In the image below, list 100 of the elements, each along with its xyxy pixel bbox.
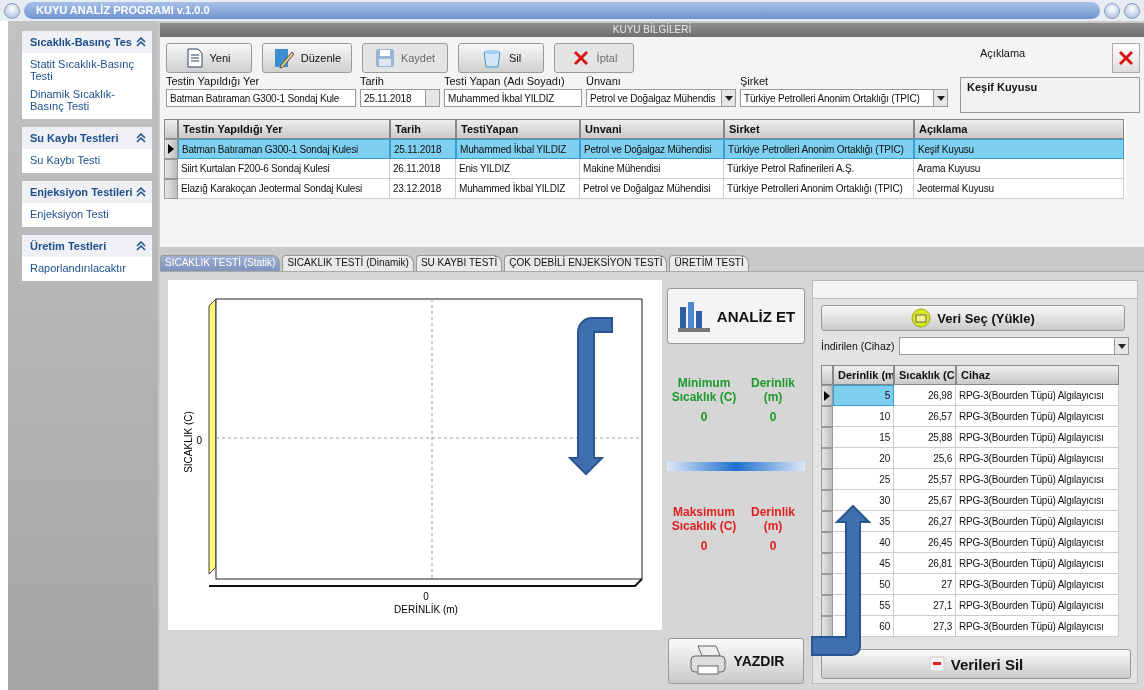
column-header[interactable]: Testin Yapıldığı Yer bbox=[178, 119, 390, 139]
stat-label: Maksimum Sıcaklık (C) bbox=[670, 505, 738, 533]
minus-icon bbox=[928, 656, 945, 672]
sidebar-group-header[interactable]: Enjeksiyon Testileri bbox=[22, 181, 152, 203]
table-cell: Türkiye Petrol Rafinerileri A.Ş. bbox=[724, 159, 914, 179]
stat-label: Derinlik (m) bbox=[750, 505, 796, 533]
table-cell: 20 bbox=[833, 448, 894, 469]
table-cell: Batman Batıraman G300-1 Sondaj Kulesi bbox=[178, 139, 390, 159]
tab[interactable]: SU KAYBI TESTİ bbox=[415, 255, 503, 271]
collapse-chevron-icon[interactable] bbox=[134, 35, 148, 49]
combo-box[interactable]: Türkiye Petrolleri Anonim Ortaklığı (TPIC) bbox=[740, 89, 948, 107]
row-indicator[interactable] bbox=[821, 616, 833, 637]
column-header[interactable]: Sirket bbox=[724, 119, 914, 139]
collapse-chevron-icon[interactable] bbox=[134, 185, 148, 199]
table-cell: Türkiye Petrolleri Anonim Ortaklığı (TPIC) bbox=[724, 139, 914, 159]
table-cell: RPG-3(Bourden Tüpü) Algılayıcısı bbox=[956, 553, 1119, 574]
table-cell: RPG-3(Bourden Tüpü) Algılayıcısı bbox=[956, 448, 1119, 469]
column-header[interactable]: Açıklama bbox=[914, 119, 1124, 139]
stat-label: Derinlik (m) bbox=[750, 376, 796, 404]
document-icon bbox=[187, 48, 204, 68]
table-cell: 10 bbox=[833, 406, 894, 427]
tab[interactable]: ÇOK DEBİLİ ENJEKSİYON TESTİ bbox=[504, 255, 668, 271]
field-label: Şirket bbox=[740, 75, 770, 89]
group-title: Enjeksiyon Testileri bbox=[30, 186, 133, 198]
field-label: Tarih bbox=[360, 75, 385, 89]
load-data-button[interactable]: Veri Seç (Yükle) bbox=[821, 305, 1125, 331]
notebook-pencil-icon bbox=[272, 47, 295, 69]
table-cell: 26,81 bbox=[894, 553, 956, 574]
date-field[interactable]: 25.11.2018 bbox=[360, 89, 440, 107]
column-header[interactable]: Cihaz bbox=[956, 365, 1119, 385]
table-cell: 25,67 bbox=[894, 490, 956, 511]
close-button[interactable] bbox=[1124, 2, 1140, 19]
row-indicator[interactable] bbox=[821, 385, 833, 406]
column-header[interactable]: Unvani bbox=[580, 119, 724, 139]
y-axis-title: SICAKLIK (C) bbox=[183, 411, 194, 473]
tab[interactable]: SICAKLIK TESTİ (Dinamik) bbox=[282, 255, 414, 271]
group-title: Üretim Testleri bbox=[30, 240, 107, 252]
table-cell: RPG-3(Bourden Tüpü) Algılayıcısı bbox=[956, 595, 1119, 616]
table-cell: RPG-3(Bourden Tüpü) Algılayıcısı bbox=[956, 490, 1119, 511]
table-cell: 25,88 bbox=[894, 427, 956, 448]
stat-value: 0 bbox=[768, 539, 778, 553]
delete-button[interactable]: Sil bbox=[458, 43, 544, 73]
table-cell: Arama Kuyusu bbox=[914, 159, 1124, 179]
header-corner bbox=[164, 119, 178, 139]
input-field[interactable]: Muhammed İkbal YILDIZ bbox=[444, 89, 582, 107]
table-cell: 25.11.2018 bbox=[390, 139, 456, 159]
stat-value: 0 bbox=[699, 410, 709, 424]
collapse-chevron-icon[interactable] bbox=[134, 239, 148, 253]
table-cell: Türkiye Petrolleri Anonim Ortaklığı (TPIC) bbox=[724, 179, 914, 199]
table-cell: RPG-3(Bourden Tüpü) Algılayıcısı bbox=[956, 427, 1119, 448]
edit-button[interactable]: Düzenle bbox=[262, 43, 352, 73]
table-cell: 26.11.2018 bbox=[390, 159, 456, 179]
field-label: Ünvanı bbox=[586, 75, 622, 89]
column-header[interactable]: Tarih bbox=[390, 119, 456, 139]
column-header[interactable]: Sıcaklık (C bbox=[894, 365, 956, 385]
clear-button[interactable] bbox=[1112, 43, 1140, 73]
table-cell: 25,57 bbox=[894, 469, 956, 490]
sidebar-group-header[interactable]: Üretim Testleri bbox=[22, 235, 152, 257]
table-cell: Keşif Kuyusu bbox=[914, 139, 1124, 159]
header-corner bbox=[821, 365, 833, 385]
new-button[interactable]: Yeni bbox=[166, 43, 252, 73]
table-cell: 26,57 bbox=[894, 406, 956, 427]
sidebar-group-header[interactable]: Sıcaklık-Basınç Tes bbox=[22, 31, 152, 53]
combo-box[interactable] bbox=[898, 337, 1129, 355]
collapse-chevron-icon[interactable] bbox=[134, 131, 148, 145]
field-label: İndirilen (Cihaz) bbox=[821, 340, 895, 352]
maximize-button[interactable] bbox=[1104, 2, 1120, 19]
app-menu-orb[interactable] bbox=[4, 2, 20, 19]
table-cell: RPG-3(Bourden Tüpü) Algılayıcısı bbox=[956, 616, 1119, 637]
input-field[interactable]: Batman Batıraman G300-1 Sondaj Kule bbox=[166, 89, 356, 107]
table-cell: RPG-3(Bourden Tüpü) Algılayıcısı bbox=[956, 532, 1119, 553]
table-cell: Muhammed İkbal YILDIZ bbox=[456, 179, 580, 199]
print-button[interactable]: YAZDIR bbox=[668, 638, 804, 684]
table-cell: 25,6 bbox=[894, 448, 956, 469]
window-title: KUYU ANALİZ PROGRAMI v.1.0.0 bbox=[24, 2, 1100, 19]
panel-header: KUYU BİLGİLERİ bbox=[160, 23, 1144, 37]
table-cell: 26,98 bbox=[894, 385, 956, 406]
stat-label: Minimum Sıcaklık (C) bbox=[670, 376, 738, 404]
table-cell: 26,45 bbox=[894, 532, 956, 553]
table-cell: 25 bbox=[833, 469, 894, 490]
table-cell: RPG-3(Bourden Tüpü) Algılayıcısı bbox=[956, 574, 1119, 595]
group-title: Su Kaybı Testleri bbox=[30, 132, 119, 144]
sidebar-group-header[interactable]: Su Kaybı Testleri bbox=[22, 127, 152, 149]
x-tick-label: 0 bbox=[423, 591, 429, 602]
table-cell: 27,1 bbox=[894, 595, 956, 616]
field-label: Açıklama bbox=[980, 46, 1026, 59]
clear-data-button[interactable]: Verileri Sil bbox=[821, 649, 1131, 679]
description-field[interactable]: Keşif Kuyusu bbox=[960, 77, 1140, 113]
combo-box[interactable]: Petrol ve Doğalgaz Mühendis bbox=[586, 89, 736, 107]
row-indicator[interactable] bbox=[164, 139, 178, 159]
table-cell: Enis YILDIZ bbox=[456, 159, 580, 179]
table-cell: Muhammed İkbal YILDIZ bbox=[456, 139, 580, 159]
table-cell: 27,3 bbox=[894, 616, 956, 637]
folder-icon bbox=[911, 308, 932, 328]
column-header[interactable]: TestiYapan bbox=[456, 119, 580, 139]
tab[interactable]: ÜRETİM TESTİ bbox=[669, 255, 749, 271]
table-cell: Siirt Kurtalan F200-6 Sondaj Kulesi bbox=[178, 159, 390, 179]
field-label: Testin Yapıldığı Yer bbox=[166, 75, 261, 89]
table-cell: Petrol ve Doğalgaz Mühendisi bbox=[580, 179, 724, 199]
analyze-button[interactable]: ANALİZ ET bbox=[667, 288, 805, 344]
